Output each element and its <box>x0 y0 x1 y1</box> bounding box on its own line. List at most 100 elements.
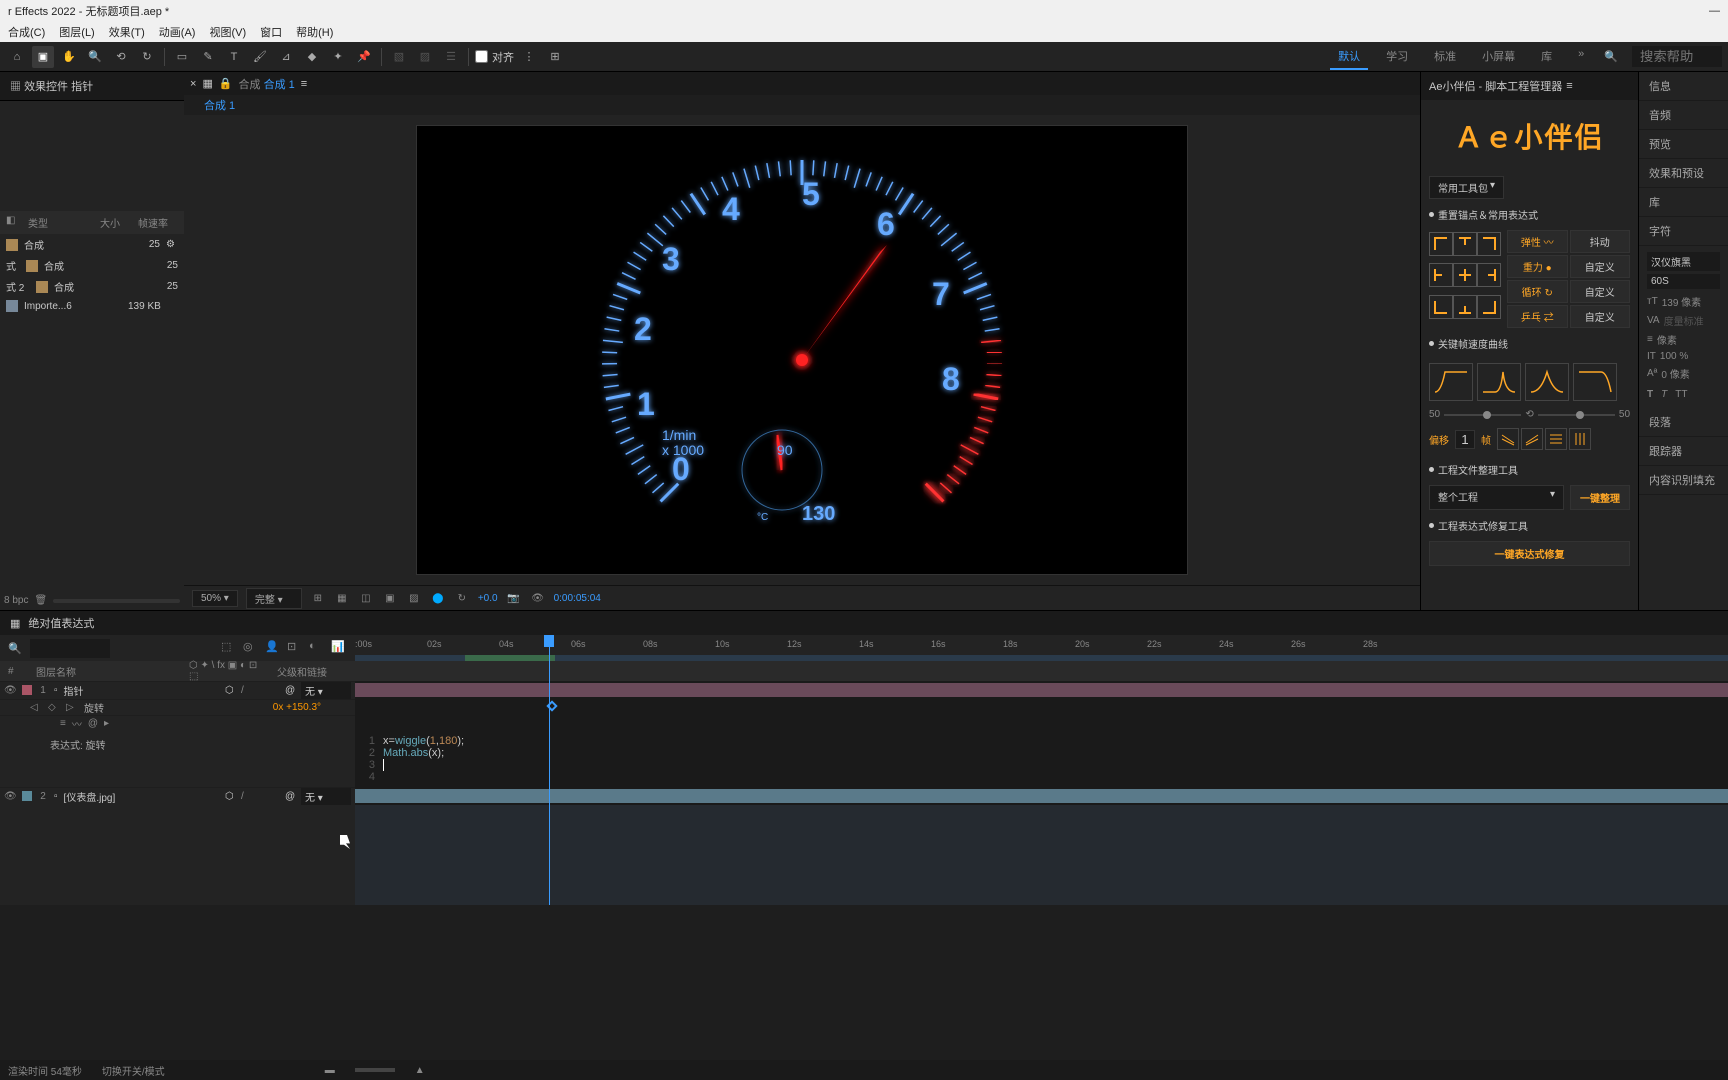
puppet-tool-icon[interactable]: 📌 <box>353 46 375 68</box>
expr-enable-icon[interactable]: ≡ <box>60 718 66 729</box>
expr-pickwhip-icon[interactable]: @ <box>88 718 98 729</box>
menu-composition[interactable]: 合成(C) <box>4 22 49 42</box>
curve-linear[interactable] <box>1573 363 1617 401</box>
snapshot-icon[interactable]: 📷 <box>506 590 522 606</box>
expr-shake[interactable]: 抖动 <box>1570 230 1631 253</box>
snap-checkbox[interactable] <box>475 50 488 63</box>
allcaps-icon[interactable]: TT <box>1675 389 1687 400</box>
menu-layer[interactable]: 图层(L) <box>55 22 98 42</box>
project-item[interactable]: Importe...6 139 KB <box>0 297 184 315</box>
comp-sub-tab[interactable]: 合成 1 <box>194 98 245 114</box>
parent-dropdown[interactable]: 无 ▾ <box>301 788 351 805</box>
magnet-icon[interactable]: ⊞ <box>544 46 566 68</box>
hand-tool-icon[interactable]: ✋ <box>58 46 80 68</box>
menu-help[interactable]: 帮助(H) <box>292 22 337 42</box>
stopwatch-icon[interactable]: ◇ <box>48 702 60 713</box>
pen-tool-icon[interactable]: ✎ <box>197 46 219 68</box>
curve-ease-in[interactable] <box>1477 363 1521 401</box>
graph-editor-icon[interactable]: 📊 <box>331 640 347 656</box>
workspace-small[interactable]: 小屏幕 <box>1474 44 1523 70</box>
expr-graph-icon[interactable]: 〰 <box>72 716 82 731</box>
preview-panel-tab[interactable]: 预览 <box>1639 130 1728 159</box>
guides-icon[interactable]: ▦ <box>334 590 350 606</box>
show-snapshot-icon[interactable]: 👁 <box>530 590 546 606</box>
effects-presets-tab[interactable]: 效果和预设 <box>1639 159 1728 188</box>
draft3d-icon[interactable]: ◎ <box>243 640 259 656</box>
visibility-icon[interactable]: 👁 <box>4 791 18 802</box>
info-panel-tab[interactable]: 信息 <box>1639 72 1728 101</box>
workspace-standard[interactable]: 标准 <box>1426 44 1464 70</box>
kerning-value[interactable]: 度量标准 <box>1664 313 1704 328</box>
anchor-tc[interactable] <box>1453 232 1477 256</box>
col-fps[interactable]: 帧速率 <box>138 215 178 230</box>
layer-row[interactable]: 👁 2 ▫ [仪表盘.jpg] ⬡ / @ 无 ▾ <box>0 787 1728 805</box>
zoom-slider[interactable] <box>53 599 180 603</box>
label-color[interactable] <box>22 791 32 801</box>
transform-icon[interactable]: ⬡ <box>225 685 237 696</box>
minimize-icon[interactable]: — <box>1709 5 1720 17</box>
snap-opt-icon[interactable]: ⋮ <box>518 46 540 68</box>
stamp-tool-icon[interactable]: ⊿ <box>275 46 297 68</box>
italic-icon[interactable]: T <box>1661 389 1667 400</box>
region-icon[interactable]: ▣ <box>382 590 398 606</box>
keyframe-nav-prev-icon[interactable]: ◁ <box>30 702 42 713</box>
rect-tool-icon[interactable]: ▭ <box>171 46 193 68</box>
expression-code[interactable]: 1x=wiggle(1,180); 2Math.abs(x); 3 4 <box>355 731 1728 787</box>
timeline-search[interactable] <box>30 639 110 658</box>
expr-loop[interactable]: 循环 ↻ <box>1507 280 1568 303</box>
menu-view[interactable]: 视图(V) <box>205 22 250 42</box>
rotate-tool-icon[interactable]: ↻ <box>136 46 158 68</box>
anchor-br[interactable] <box>1477 295 1501 319</box>
workspace-library[interactable]: 库 <box>1533 44 1560 70</box>
label-icon[interactable]: ◧ <box>6 215 20 230</box>
project-item[interactable]: 式 合成 25 <box>0 255 184 276</box>
property-value[interactable]: 0x +150.3° <box>273 702 321 713</box>
work-area-bar[interactable] <box>355 655 1728 661</box>
workspace-learn[interactable]: 学习 <box>1378 44 1416 70</box>
keyframe-nav-next-icon[interactable]: ▷ <box>66 702 78 713</box>
stagger-2[interactable] <box>1521 428 1543 450</box>
ease-out-slider[interactable] <box>1538 414 1615 416</box>
expr-language-icon[interactable]: ▸ <box>104 718 109 729</box>
project-scope-dropdown[interactable]: 整个工程▾ <box>1429 485 1564 510</box>
workspace-default[interactable]: 默认 <box>1330 44 1368 70</box>
zoom-tool-icon[interactable]: 🔍 <box>84 46 106 68</box>
link-icon[interactable]: ⟲ <box>1525 409 1533 420</box>
viewer-area[interactable]: 0 1 2 3 4 5 6 7 8 1/min x 1000 130 °C <box>184 115 1420 585</box>
zoom-out-icon[interactable]: ▬ <box>325 1065 335 1076</box>
anchor-mr[interactable] <box>1477 263 1501 287</box>
parent-pickwhip-icon[interactable]: @ <box>285 685 297 696</box>
anchor-tr[interactable] <box>1477 232 1501 256</box>
close-tab-icon[interactable]: × <box>190 78 196 90</box>
timeline-zoom-slider[interactable] <box>355 1068 395 1072</box>
anchor-tl[interactable] <box>1429 232 1453 256</box>
frame-blend-icon[interactable]: ⊡ <box>287 640 303 656</box>
home-tool-icon[interactable]: ⌂ <box>6 46 28 68</box>
anchor-mc[interactable] <box>1453 263 1477 287</box>
expr-custom1[interactable]: 自定义 <box>1570 255 1631 278</box>
settings-icon[interactable]: ⚙ <box>166 239 178 250</box>
tab-menu-icon[interactable]: ≡ <box>301 78 307 90</box>
menu-effect[interactable]: 效果(T) <box>105 22 149 42</box>
workspace-more-icon[interactable]: » <box>1570 44 1592 70</box>
organize-button[interactable]: 一键整理 <box>1570 485 1630 510</box>
quality-dropdown[interactable]: 完整 ▾ <box>246 588 302 609</box>
layer-bar[interactable] <box>355 683 1728 697</box>
parent-dropdown[interactable]: 无 ▾ <box>301 682 351 699</box>
shy-icon[interactable]: 👤 <box>265 640 281 656</box>
help-search[interactable] <box>1632 46 1722 67</box>
effect-controls-tab[interactable]: ▦ 效果控件 指针 <box>0 72 184 101</box>
mask-icon[interactable]: ◫ <box>358 590 374 606</box>
layer-name[interactable]: [仪表盘.jpg] <box>62 789 221 804</box>
audio-panel-tab[interactable]: 音频 <box>1639 101 1728 130</box>
comp-flowchart-icon[interactable]: ⬚ <box>221 640 237 656</box>
layer-bar[interactable] <box>355 789 1728 803</box>
tracker-panel-tab[interactable]: 跟踪器 <box>1639 437 1728 466</box>
vscale-value[interactable]: 100 % <box>1660 351 1688 362</box>
grid-icon[interactable]: ⊞ <box>310 590 326 606</box>
menu-animation[interactable]: 动画(A) <box>155 22 200 42</box>
ease-in-slider[interactable] <box>1444 414 1521 416</box>
shape-opt-icon[interactable]: ☰ <box>440 46 462 68</box>
paragraph-panel-tab[interactable]: 段落 <box>1639 408 1728 437</box>
brush-tool-icon[interactable]: 🖌 <box>249 46 271 68</box>
